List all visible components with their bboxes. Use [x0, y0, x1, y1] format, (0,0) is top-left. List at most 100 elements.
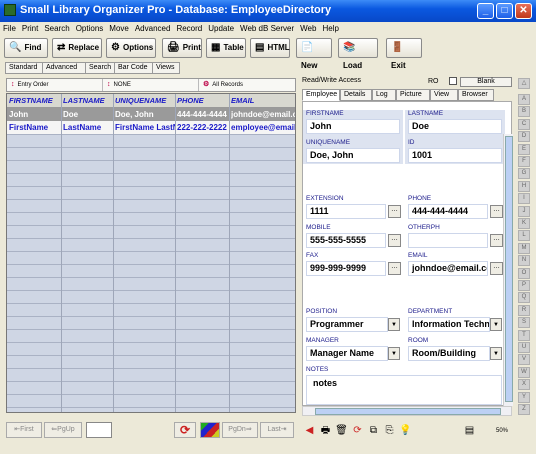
html-button[interactable]: ▤ HTML [250, 38, 290, 58]
alphabet-letter-j[interactable]: J [518, 205, 530, 217]
alphabet-letter-t[interactable]: T [518, 329, 530, 341]
fax-more-button[interactable]: … [388, 262, 401, 275]
menu-move[interactable]: Move [106, 22, 132, 35]
id-field[interactable]: 1001 [408, 148, 502, 163]
delete-icon[interactable]: 🗑 [334, 423, 349, 438]
sort-entry-order[interactable]: ↕ Entry Order [7, 79, 103, 91]
menu-web-db-server[interactable]: Web dB Server [237, 22, 297, 35]
col-lastname[interactable]: LASTNAME [63, 96, 105, 105]
menu-search[interactable]: Search [41, 22, 72, 35]
chevron-down-icon[interactable]: ▼ [490, 318, 502, 331]
tab-view[interactable]: View [430, 89, 458, 101]
chevron-down-icon[interactable]: ▼ [490, 347, 502, 360]
alphabet-letter-x[interactable]: X [518, 379, 530, 391]
lightbulb-icon[interactable]: 💡 [398, 423, 413, 438]
alphabet-letter-f[interactable]: F [518, 156, 530, 167]
notes-field[interactable]: notes [306, 375, 502, 405]
tab-search[interactable]: Search [85, 62, 115, 74]
uniquename-field[interactable]: Doe, John [306, 148, 400, 163]
alphabet-letter-w[interactable]: W [518, 366, 530, 378]
table-row[interactable]: FirstName LastName FirstName LastName 22… [7, 121, 295, 134]
manager-select[interactable]: Manager Name [306, 346, 388, 361]
alphabet-letter-i[interactable]: I [518, 193, 530, 205]
chevron-down-icon[interactable]: ▼ [388, 318, 400, 331]
department-select[interactable]: Information Technology [408, 317, 490, 332]
alphabet-letter-z[interactable]: Z [518, 404, 530, 415]
alphabet-letter-g[interactable]: G [518, 168, 530, 180]
close-button[interactable]: ✕ [515, 3, 532, 19]
alphabet-letter-y[interactable]: Y [518, 391, 530, 403]
report-icon[interactable]: ▤ [462, 423, 477, 438]
alphabet-letter-e[interactable]: E [518, 143, 530, 155]
otherph-field[interactable] [408, 233, 488, 248]
alphabet-letter-c[interactable]: C [518, 118, 530, 130]
alphabet-letter-v[interactable]: V [518, 354, 530, 366]
sort-none[interactable]: ↕ NONE [103, 79, 199, 91]
options-button[interactable]: ⚙ Options [106, 38, 156, 58]
alphabet-up-icon[interactable]: △ [518, 78, 530, 89]
refresh-icon[interactable]: ⟳ [174, 422, 196, 438]
blank-button[interactable]: Blank [460, 77, 512, 87]
alphabet-letter-r[interactable]: R [518, 304, 530, 316]
tab-employee[interactable]: Employee [302, 89, 340, 101]
back-arrow-icon[interactable]: ◀ [302, 423, 317, 438]
alphabet-letter-k[interactable]: K [518, 218, 530, 229]
firstname-field[interactable]: John [306, 119, 400, 134]
mobile-more-button[interactable]: … [388, 234, 401, 247]
menu-file[interactable]: File [0, 22, 19, 35]
table-button[interactable]: ▦ Table [206, 38, 246, 58]
tab-browser[interactable]: Browser [458, 89, 494, 101]
fax-field[interactable]: 999-999-9999 [306, 261, 386, 276]
refresh-icon[interactable]: ⟳ [350, 423, 365, 438]
readonly-toggle[interactable]: RO [428, 77, 457, 85]
alphabet-letter-o[interactable]: O [518, 267, 530, 279]
alphabet-letter-m[interactable]: M [518, 242, 530, 254]
color-grid-icon[interactable] [200, 422, 220, 438]
print-button[interactable]: 🖨 Print [162, 38, 202, 58]
replace-button[interactable]: ⇄ Replace [52, 38, 102, 58]
maximize-button[interactable]: □ [496, 3, 513, 19]
menu-update[interactable]: Update [205, 22, 237, 35]
ro-checkbox[interactable] [448, 77, 457, 85]
alphabet-letter-a[interactable]: A [518, 94, 530, 105]
last-button[interactable]: Last⇥ [260, 422, 294, 438]
email-more-button[interactable]: … [490, 262, 503, 275]
record-number-input[interactable] [86, 422, 112, 438]
menu-record[interactable]: Record [173, 22, 205, 35]
extension-more-button[interactable]: … [388, 205, 401, 218]
scroll-thumb[interactable] [315, 408, 501, 415]
tab-log[interactable]: Log [372, 89, 396, 101]
form-horizontal-scrollbar[interactable] [302, 406, 512, 416]
pgdn-button[interactable]: PgDn⇒ [222, 422, 258, 438]
menu-options[interactable]: Options [73, 22, 107, 35]
lastname-field[interactable]: Doe [408, 119, 502, 134]
alphabet-letter-n[interactable]: N [518, 255, 530, 267]
menu-help[interactable]: Help [319, 22, 341, 35]
sort-all-records[interactable]: ⚙ All Records [199, 79, 295, 91]
alphabet-letter-s[interactable]: S [518, 317, 530, 329]
menu-web[interactable]: Web [297, 22, 319, 35]
insert-icon[interactable]: ⎘ [382, 423, 397, 438]
alphabet-letter-h[interactable]: H [518, 180, 530, 192]
load-button[interactable]: 📚Load [338, 38, 378, 70]
tab-bar-code[interactable]: Bar Code [114, 62, 153, 74]
pgup-button[interactable]: ⇐PgUp [44, 422, 82, 438]
extension-field[interactable]: 1111 [306, 204, 386, 219]
phone-field[interactable]: 444-444-4444 [408, 204, 488, 219]
print-record-icon[interactable]: 🖶 [318, 423, 333, 438]
tab-details[interactable]: Details [340, 89, 372, 101]
phone-more-button[interactable]: … [490, 205, 503, 218]
room-select[interactable]: Room/Building [408, 346, 490, 361]
position-select[interactable]: Programmer [306, 317, 388, 332]
tab-advanced[interactable]: Advanced [42, 62, 86, 74]
records-grid[interactable]: FIRSTNAME LASTNAME UNIQUENAME PHONE EMAI… [6, 93, 296, 413]
scroll-thumb[interactable] [505, 136, 513, 402]
alphabet-letter-q[interactable]: Q [518, 292, 530, 304]
col-uniquename[interactable]: UNIQUENAME [115, 96, 166, 105]
form-vertical-scrollbar[interactable] [503, 134, 513, 406]
minimize-button[interactable]: _ [477, 3, 494, 19]
menu-advanced[interactable]: Advanced [132, 22, 174, 35]
col-firstname[interactable]: FIRSTNAME [9, 96, 53, 105]
first-button[interactable]: ⇤First [6, 422, 42, 438]
exit-button[interactable]: 🚪Exit [386, 38, 422, 70]
